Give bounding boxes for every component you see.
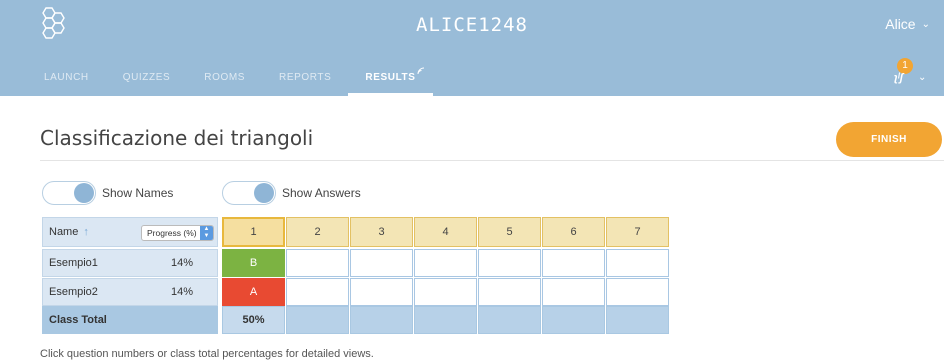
- question-header-1[interactable]: 1: [222, 217, 285, 247]
- answer-cell-wrong[interactable]: A: [222, 278, 285, 306]
- question-header-7[interactable]: 7: [606, 217, 669, 247]
- show-names-toggle[interactable]: Show Names: [42, 181, 173, 205]
- notifications-menu[interactable]: 1 ʅˡʃ ⌄: [890, 58, 930, 88]
- student-progress: 14%: [171, 257, 194, 269]
- show-names-label: Show Names: [102, 186, 174, 200]
- class-total-cell[interactable]: [350, 306, 413, 334]
- nav-quizzes[interactable]: QUIZZES: [106, 63, 188, 96]
- show-answers-label: Show Answers: [282, 186, 361, 200]
- show-answers-toggle[interactable]: Show Answers: [222, 181, 361, 205]
- answer-cell[interactable]: [478, 249, 541, 277]
- toggle-track: [42, 181, 96, 205]
- nav-results[interactable]: RESULTS: [348, 63, 433, 96]
- question-header-2[interactable]: 2: [286, 217, 349, 247]
- question-header-3[interactable]: 3: [350, 217, 413, 247]
- toggle-knob: [254, 183, 274, 203]
- nav-results-label: RESULTS: [365, 72, 416, 83]
- answer-cell[interactable]: [606, 278, 669, 306]
- answer-cell[interactable]: [414, 278, 477, 306]
- sort-arrow-up-icon: ↑: [83, 226, 89, 238]
- chevron-down-icon: ⌄: [921, 18, 930, 30]
- answer-cell[interactable]: [542, 249, 605, 277]
- student-row-name[interactable]: Esempio1 14%: [42, 249, 218, 277]
- toggle-track: [222, 181, 276, 205]
- answer-cell[interactable]: [350, 249, 413, 277]
- class-total-cell[interactable]: [606, 306, 669, 334]
- progress-select[interactable]: Progress (%) ▲ ▼: [141, 225, 214, 241]
- room-code: ALICE1248: [416, 14, 528, 36]
- page-title: Classificazione dei triangoli: [40, 126, 314, 150]
- class-total-cell[interactable]: [414, 306, 477, 334]
- divider: [40, 160, 944, 161]
- answer-cell-correct[interactable]: B: [222, 249, 285, 277]
- nav-launch[interactable]: LAUNCH: [0, 63, 106, 96]
- user-name: Alice: [885, 16, 916, 32]
- top-bar: ALICE1248 Alice ⌄ LAUNCH QUIZZES ROOMS R…: [0, 0, 944, 96]
- toggle-knob: [74, 183, 94, 203]
- select-caret-icon: ▲ ▼: [200, 226, 213, 240]
- class-total-cell[interactable]: [286, 306, 349, 334]
- class-total-q1[interactable]: 50%: [222, 306, 285, 334]
- nav-reports[interactable]: REPORTS: [262, 63, 348, 96]
- finish-button[interactable]: FINISH: [836, 122, 942, 157]
- live-signal-icon: [417, 67, 424, 75]
- class-total-cell[interactable]: [542, 306, 605, 334]
- answer-cell[interactable]: [542, 278, 605, 306]
- nav-rooms[interactable]: ROOMS: [187, 63, 262, 96]
- class-total-label: Class Total: [42, 306, 218, 334]
- name-column-header[interactable]: Name ↑ Progress (%) ▲ ▼: [42, 217, 218, 247]
- answer-cell[interactable]: [350, 278, 413, 306]
- help-text: Click question numbers or class total pe…: [40, 348, 374, 360]
- answer-cell[interactable]: [606, 249, 669, 277]
- chevron-down-icon: ⌄: [918, 72, 927, 83]
- user-menu[interactable]: Alice ⌄: [885, 16, 930, 32]
- student-progress: 14%: [171, 286, 194, 298]
- notification-icon: ʅˡʃ: [894, 72, 904, 84]
- answer-cell[interactable]: [286, 249, 349, 277]
- answer-cell[interactable]: [478, 278, 541, 306]
- name-header-label: Name: [49, 226, 79, 238]
- main-nav: LAUNCH QUIZZES ROOMS REPORTS RESULTS: [0, 63, 433, 96]
- answer-cell[interactable]: [414, 249, 477, 277]
- student-row-name[interactable]: Esempio2 14%: [42, 278, 218, 306]
- progress-select-value: Progress (%): [147, 228, 197, 238]
- student-name: Esempio2: [49, 286, 98, 298]
- question-header-4[interactable]: 4: [414, 217, 477, 247]
- student-name: Esempio1: [49, 257, 98, 269]
- question-header-5[interactable]: 5: [478, 217, 541, 247]
- question-header-6[interactable]: 6: [542, 217, 605, 247]
- answer-cell[interactable]: [286, 278, 349, 306]
- class-total-cell[interactable]: [478, 306, 541, 334]
